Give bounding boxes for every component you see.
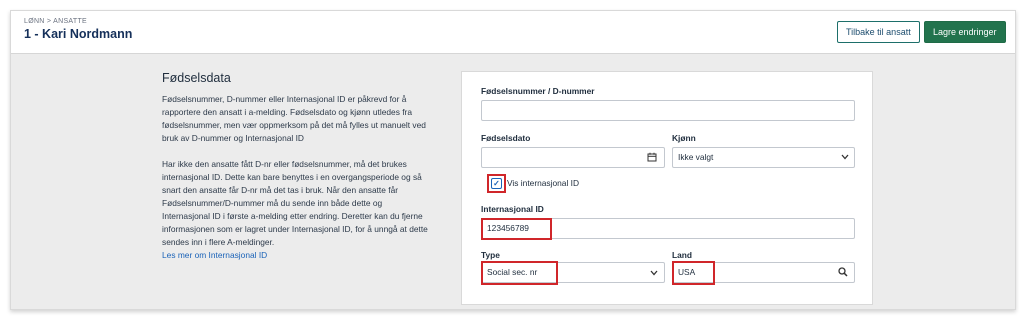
birthdate-input[interactable] xyxy=(481,147,665,168)
show-intl-id-checkbox[interactable]: ✓ xyxy=(491,178,502,189)
chevron-down-icon xyxy=(650,269,658,278)
search-icon[interactable] xyxy=(838,267,848,279)
breadcrumb[interactable]: LØNN > ANSATTE xyxy=(24,18,87,25)
section-title: Fødselsdata xyxy=(162,71,231,85)
info-panel: Fødselsdata Fødselsnummer, D-nummer elle… xyxy=(162,71,432,262)
type-label: Type xyxy=(481,250,500,260)
country-input[interactable]: USA xyxy=(672,262,855,283)
gender-label: Kjønn xyxy=(672,133,696,143)
type-select[interactable]: Social sec. nr xyxy=(481,262,665,283)
app-window: LØNN > ANSATTE 1 - Kari Nordmann Tilbake… xyxy=(10,10,1016,310)
birthdate-label: Fødselsdato xyxy=(481,133,531,143)
page-header: LØNN > ANSATTE 1 - Kari Nordmann Tilbake… xyxy=(11,11,1015,54)
show-intl-id-label[interactable]: Vis internasjonal ID xyxy=(507,178,579,188)
intl-id-input[interactable]: 123456789 xyxy=(481,218,855,239)
info-paragraph-2: Har ikke den ansatte fått D-nr eller fød… xyxy=(162,159,428,247)
ssn-input[interactable] xyxy=(481,100,855,121)
info-paragraph-1: Fødselsnummer, D-nummer eller Internasjo… xyxy=(162,94,426,143)
ssn-label: Fødselsnummer / D-nummer xyxy=(481,86,595,96)
intl-id-label: Internasjonal ID xyxy=(481,204,544,214)
back-to-employee-button[interactable]: Tilbake til ansatt xyxy=(837,21,920,43)
country-label: Land xyxy=(672,250,693,260)
birth-data-form: Fødselsnummer / D-nummer Fødselsdato Kjø… xyxy=(461,71,873,305)
page-title: 1 - Kari Nordmann xyxy=(24,27,133,41)
calendar-icon[interactable] xyxy=(647,152,657,164)
save-changes-button[interactable]: Lagre endringer xyxy=(924,21,1006,43)
read-more-link[interactable]: Les mer om Internasjonal ID xyxy=(162,249,432,262)
chevron-down-icon xyxy=(841,153,849,162)
gender-select[interactable]: Ikke valgt xyxy=(672,147,855,168)
